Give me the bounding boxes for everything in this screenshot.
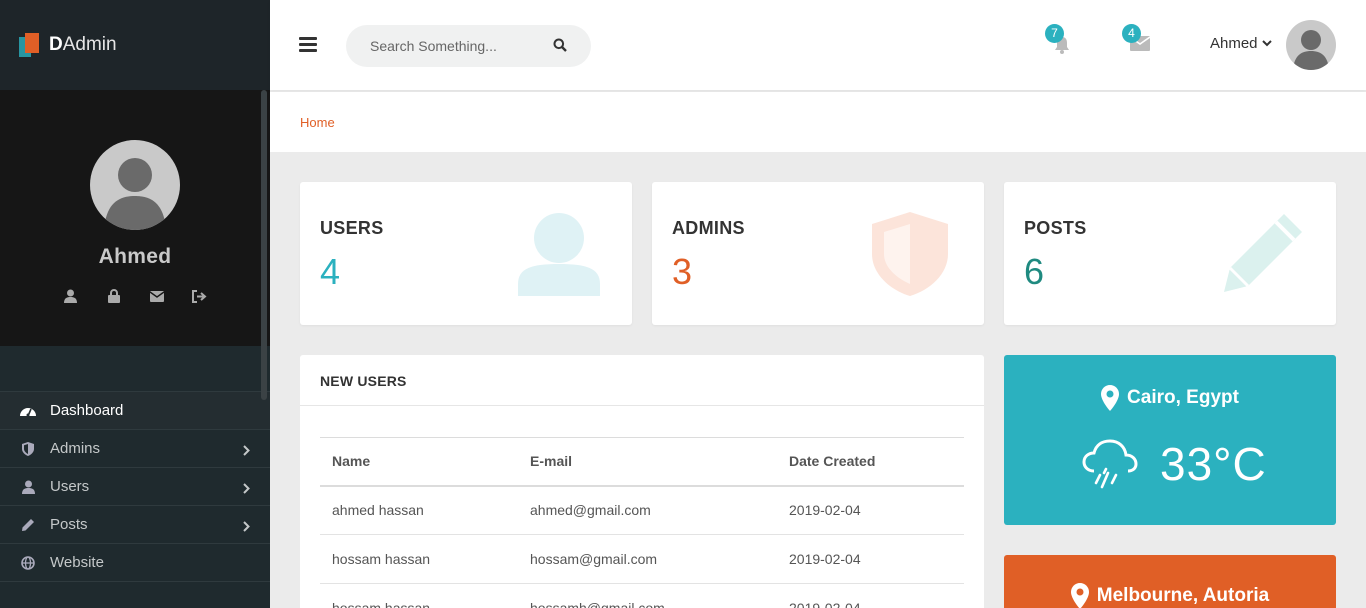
header-avatar[interactable]: [1286, 20, 1336, 70]
globe-icon: [20, 555, 36, 571]
stat-label: POSTS: [1024, 218, 1087, 238]
brand-logo-icon: [19, 33, 41, 57]
stat-value: 3: [672, 251, 693, 292]
user-icon: [518, 212, 600, 301]
chevron-right-icon: [243, 443, 250, 460]
messages-badge: 4: [1122, 24, 1141, 43]
user-menu-name: Ahmed: [1210, 35, 1258, 52]
cell-name: hossam hassan: [320, 534, 518, 584]
weather-temperature: 33°C: [1082, 437, 1267, 491]
sidebar: DAdmin Ahmed Dashboard Admins Users Post…: [0, 0, 270, 608]
cell-date: 2019-02-04: [777, 583, 964, 608]
stat-card-admins: ADMINS 3: [652, 182, 984, 325]
new-users-table: Name E-mail Date Created ahmed hassan ah…: [320, 437, 964, 608]
weather-location: Cairo, Egypt: [1004, 385, 1336, 411]
weather-card-melbourne: Melbourne, Autoria: [1004, 555, 1336, 608]
brand[interactable]: DAdmin: [0, 0, 270, 90]
cell-email: ahmed@gmail.com: [518, 485, 777, 535]
cloud-rain-icon: [1082, 439, 1138, 489]
panel-title: NEW USERS: [300, 355, 984, 406]
user-icon[interactable]: [62, 288, 80, 304]
sidebar-item-posts[interactable]: Posts: [0, 506, 270, 544]
stat-card-users: USERS 4: [300, 182, 632, 325]
breadcrumb-home[interactable]: Home: [300, 115, 335, 130]
sidebar-scrollbar[interactable]: [261, 90, 267, 400]
map-marker-icon: [1101, 385, 1120, 411]
table-header-row: Name E-mail Date Created: [320, 437, 964, 487]
shield-icon: [20, 441, 36, 457]
sidebar-item-label: Website: [50, 554, 104, 571]
sidebar-item-admins[interactable]: Admins: [0, 430, 270, 468]
sidebar-item-dashboard[interactable]: Dashboard: [0, 392, 270, 430]
chevron-right-icon: [243, 519, 250, 536]
sidebar-profile: Ahmed: [0, 90, 270, 346]
breadcrumb: Home: [270, 92, 1366, 152]
sign-out-icon[interactable]: [191, 288, 209, 304]
top-header: 7 4 Ahmed: [270, 0, 1366, 90]
pencil-icon: [20, 517, 36, 533]
notifications-badge: 7: [1045, 24, 1064, 43]
cell-email: hossamh@gmail.com: [518, 583, 777, 608]
dashboard-icon: [20, 403, 36, 419]
weather-location: Melbourne, Autoria: [1004, 583, 1336, 608]
stat-label: ADMINS: [672, 218, 745, 238]
sidebar-spacer: [0, 346, 270, 391]
sidebar-item-label: Dashboard: [50, 402, 124, 419]
map-marker-icon: [1070, 583, 1089, 608]
table-row[interactable]: ahmed hassan ahmed@gmail.com 2019-02-04: [320, 485, 964, 535]
messages-button[interactable]: 4: [1122, 24, 1151, 54]
sidebar-item-label: Users: [50, 478, 90, 495]
notifications-button[interactable]: 7: [1045, 24, 1073, 54]
sidebar-item-website[interactable]: Website: [0, 544, 270, 582]
lock-icon[interactable]: [105, 288, 123, 304]
sidebar-item-label: Posts: [50, 516, 88, 533]
chevron-right-icon: [243, 481, 250, 498]
chevron-down-icon: [1261, 40, 1272, 47]
user-menu[interactable]: Ahmed: [1210, 35, 1272, 52]
stat-value: 6: [1024, 251, 1045, 292]
search-icon[interactable]: [553, 38, 567, 57]
search-input[interactable]: [370, 25, 540, 67]
weather-temp-value: 33°C: [1160, 438, 1267, 490]
cell-name: hossam hassan: [320, 583, 518, 608]
stat-value: 4: [320, 251, 341, 292]
column-header[interactable]: E-mail: [518, 437, 777, 487]
column-header[interactable]: Name: [320, 437, 518, 487]
column-header[interactable]: Date Created: [777, 437, 964, 487]
cell-email: hossam@gmail.com: [518, 534, 777, 584]
pencil-icon: [1222, 212, 1304, 299]
stat-label: USERS: [320, 218, 384, 238]
profile-name: Ahmed: [98, 245, 172, 268]
table-row[interactable]: hossam hassan hossam@gmail.com 2019-02-0…: [320, 534, 964, 584]
shield-icon: [872, 212, 948, 301]
weather-location-name: Melbourne, Autoria: [1096, 585, 1270, 606]
weather-location-name: Cairo, Egypt: [1127, 387, 1239, 408]
weather-card-cairo: Cairo, Egypt 33°C: [1004, 355, 1336, 525]
brand-name: DAdmin: [49, 34, 117, 55]
avatar: [90, 140, 180, 230]
profile-actions: [0, 288, 270, 304]
sidebar-nav: Dashboard Admins Users Posts Website: [0, 391, 270, 582]
sidebar-item-label: Admins: [50, 440, 101, 457]
envelope-icon[interactable]: [148, 288, 166, 304]
table-row[interactable]: hossam hassan hossamh@gmail.com 2019-02-…: [320, 583, 964, 608]
menu-toggle-icon[interactable]: [299, 37, 317, 52]
stat-card-posts: POSTS 6: [1004, 182, 1336, 325]
cell-date: 2019-02-04: [777, 485, 964, 535]
sidebar-item-users[interactable]: Users: [0, 468, 270, 506]
search-box: [346, 25, 591, 67]
cell-date: 2019-02-04: [777, 534, 964, 584]
cell-name: ahmed hassan: [320, 485, 518, 535]
new-users-panel: NEW USERS Name E-mail Date Created ahmed…: [300, 355, 984, 608]
user-icon: [20, 479, 36, 495]
